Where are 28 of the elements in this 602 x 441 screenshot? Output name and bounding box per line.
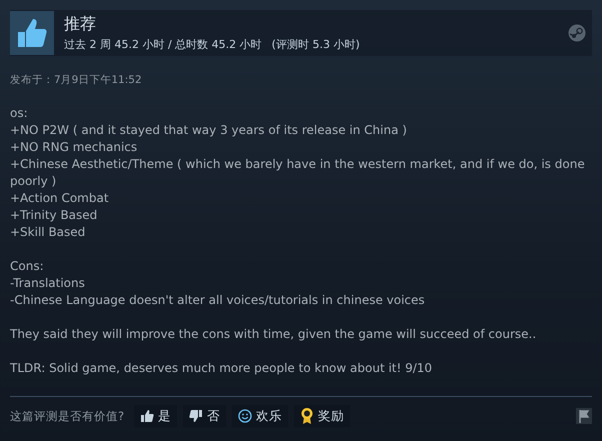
- review-line: +NO P2W ( and it stayed that way 3 years of its release in China ): [10, 122, 408, 139]
- posted-date: 发布于：7月9日下午11:52: [10, 73, 143, 87]
- review-line: +Skill Based: [10, 224, 86, 241]
- review-line: Cons:: [10, 258, 45, 275]
- review-playtime: (评测时 5.3 小时): [272, 37, 360, 52]
- review-line: +Action Combat: [10, 190, 110, 207]
- thumbs-up-icon: [140, 409, 154, 423]
- yes-button[interactable]: 是: [134, 405, 178, 427]
- steam-logo-icon: [568, 24, 586, 42]
- review-line: -Chinese Language doesn't alter all voices/tutorials in chinese voices: [10, 292, 426, 309]
- review-line: os:: [10, 105, 29, 122]
- thumbs-up-icon: [10, 11, 54, 55]
- review-line: +Trinity Based: [10, 207, 98, 224]
- review-line: +NO RNG mechanics: [10, 139, 138, 156]
- review-verdict: 推荐: [64, 14, 97, 34]
- review-line: TLDR: Solid game, deserves much more people to know about it! 9/10: [10, 360, 434, 377]
- review-line: They said they will improve the cons with time, given the game will succeed of course..: [10, 326, 538, 343]
- helpful-question: 这篇评测是否有价值?: [10, 408, 124, 424]
- review-line: -Translations: [10, 275, 86, 292]
- smiley-icon: [238, 409, 252, 423]
- funny-button[interactable]: 欢乐: [232, 405, 288, 427]
- flag-icon[interactable]: [576, 408, 592, 424]
- playtime-text: 过去 2 周 45.2 小时 / 总时数 45.2 小时: [64, 37, 262, 52]
- award-button[interactable]: 奖励: [294, 405, 350, 427]
- thumbs-down-icon: [189, 409, 204, 423]
- medal-icon: [300, 407, 314, 425]
- review-line: +Chinese Aesthetic/Theme ( which we barely have in the western market, and if we do, is done poorly ): [10, 156, 586, 190]
- no-button[interactable]: 否: [183, 405, 226, 427]
